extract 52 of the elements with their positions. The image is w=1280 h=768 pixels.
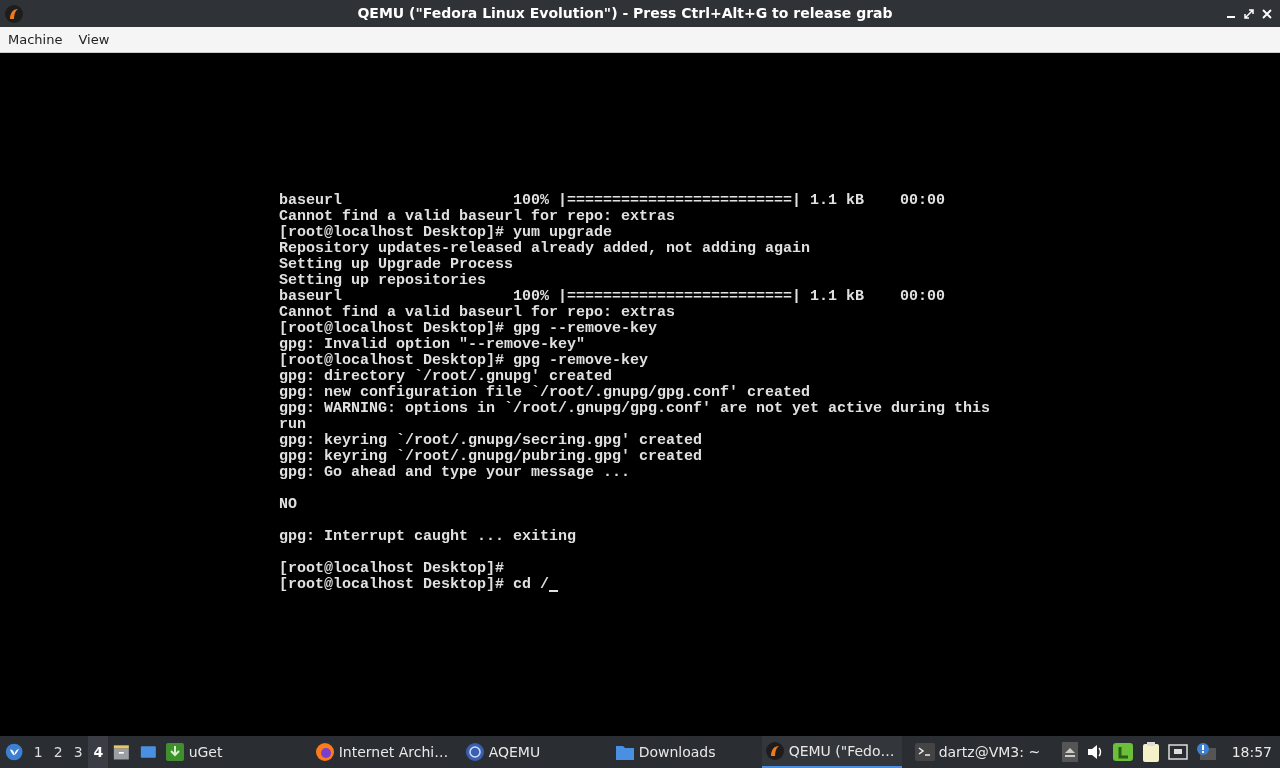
notification-icon[interactable] xyxy=(1195,742,1216,762)
volume-icon[interactable] xyxy=(1085,743,1104,761)
terminal-line: gpg: Go ahead and type your message ... xyxy=(279,465,631,481)
browser-icon xyxy=(314,742,335,762)
taskbar-button[interactable]: uGet xyxy=(161,736,302,768)
terminal-line: Cannot find a valid baseurl for repo: extras xyxy=(279,209,676,225)
menu-item[interactable]: Machine xyxy=(4,29,67,50)
terminal-line: gpg: new configuration file `/root/.gnupg/gpg.conf' created xyxy=(279,385,811,401)
terminal-line: Setting up Upgrade Process xyxy=(279,257,514,273)
network-icon[interactable] xyxy=(1167,743,1188,761)
file-cabinet-icon[interactable] xyxy=(113,742,130,762)
close-icon[interactable] xyxy=(1262,8,1272,19)
start-menu-icon[interactable] xyxy=(5,741,24,763)
terminal-line: Repository updates-released already added, not adding again xyxy=(279,241,811,257)
taskbar-button[interactable]: AQEMU xyxy=(461,736,602,768)
terminal-line: gpg: Interrupt caught ... exiting xyxy=(279,529,577,545)
clipboard-icon[interactable] xyxy=(1141,741,1160,763)
terminal-line: [root@localhost Desktop]# yum upgrade xyxy=(279,225,613,241)
globe-icon xyxy=(464,742,485,762)
workspace-button[interactable]: 2 xyxy=(48,736,69,768)
taskbar-button[interactable]: QEMU ("Fedo… xyxy=(761,736,902,768)
window-title: QEMU ("Fedora Linux Evolution") - Press Ctrl+Alt+G to release grab xyxy=(356,4,894,23)
menu-item[interactable]: View xyxy=(74,29,114,50)
terminal-icon xyxy=(914,743,935,761)
terminal-line: [root@localhost Desktop]# xyxy=(279,561,505,577)
taskbar-button[interactable]: Internet Archi… xyxy=(311,736,452,768)
terminal-line: Setting up repositories xyxy=(279,273,487,289)
terminal-line: gpg: keyring `/root/.gnupg/pubring.gpg' created xyxy=(279,449,703,465)
terminal-line: [root@localhost Desktop]# gpg -remove-key xyxy=(279,353,649,369)
terminal-line: [root@localhost Desktop]# cd / xyxy=(279,577,550,593)
terminal-line: gpg: WARNING: options in `/root/.gnupg/gpg.conf' are not yet active during this xyxy=(279,401,991,417)
terminal-line: run xyxy=(279,417,306,433)
qemu-icon xyxy=(4,3,24,24)
qemu-icon xyxy=(764,741,785,761)
desktop-icon[interactable] xyxy=(140,743,157,761)
clock[interactable]: 18:57 xyxy=(1231,741,1272,763)
terminal-line: Cannot find a valid baseurl for repo: extras xyxy=(279,305,676,321)
taskbar-button[interactable]: Downloads xyxy=(611,736,752,768)
terminal-line: baseurl 100% |=========================| 1.1 kB 00:00 xyxy=(279,193,946,209)
folder-icon xyxy=(614,743,635,761)
terminal-line: gpg: Invalid option "--remove-key" xyxy=(279,337,586,353)
terminal-line: NO xyxy=(279,497,297,513)
workspace-button[interactable]: 3 xyxy=(68,736,89,768)
workspace-button[interactable]: 4 xyxy=(88,736,109,768)
terminal-line: [root@localhost Desktop]# gpg --remove-key xyxy=(279,321,658,337)
workspace-button[interactable]: 1 xyxy=(28,736,49,768)
taskbar-button[interactable]: dartz@VM3: ~ xyxy=(911,736,1052,768)
terminal-line: baseurl 100% |=========================| 1.1 kB 00:00 xyxy=(279,289,946,305)
maximize-icon[interactable] xyxy=(1244,8,1254,19)
eject-icon[interactable] xyxy=(1061,742,1078,762)
terminal-line: gpg: directory `/root/.gnupg' created xyxy=(279,369,613,385)
terminal-line: gpg: keyring `/root/.gnupg/secring.gpg' created xyxy=(279,433,703,449)
